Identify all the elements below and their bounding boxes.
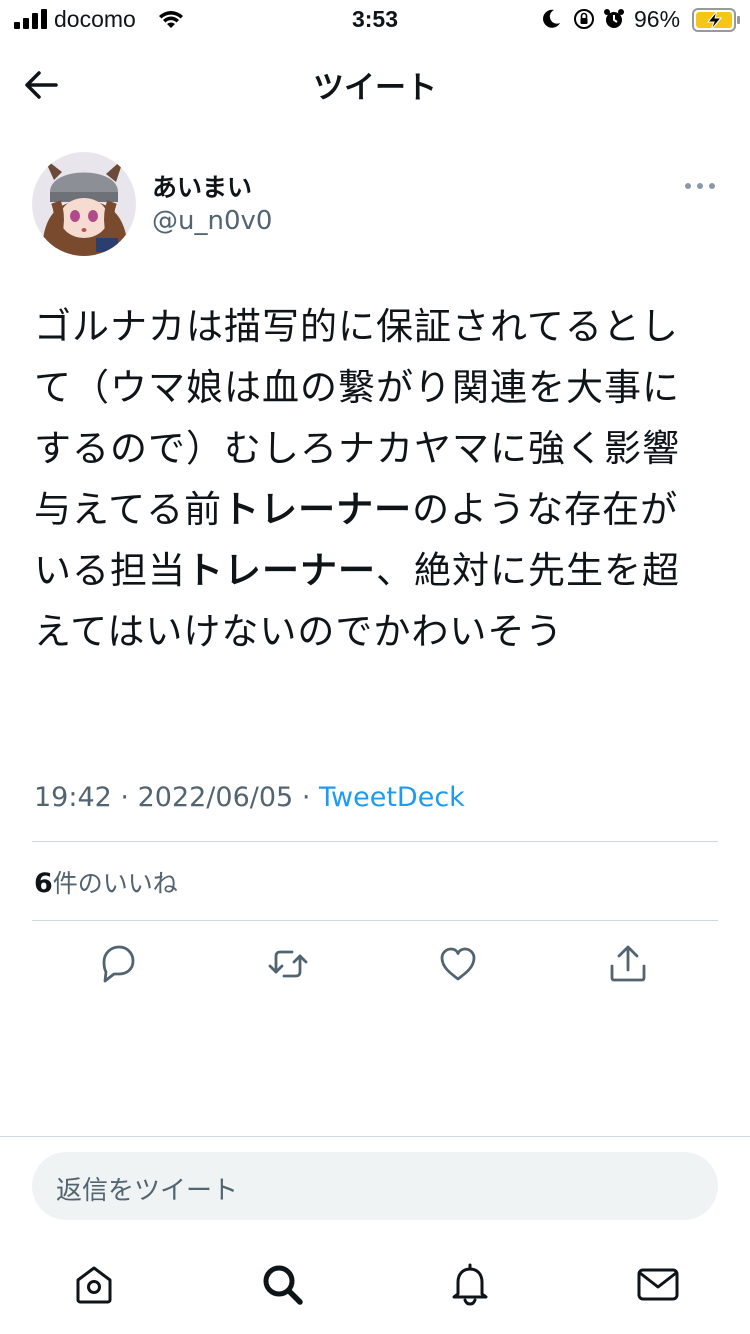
battery-percentage: 96% — [634, 6, 681, 32]
author-display-name[interactable]: あいまい — [152, 168, 252, 204]
status-bar: docomo 3:53 96% — [0, 0, 750, 42]
home-icon[interactable] — [70, 1260, 118, 1308]
author-handle[interactable]: @u_n0v0 — [152, 206, 272, 236]
tweet-date[interactable]: 2022/06/05 — [138, 782, 294, 813]
avatar[interactable] — [32, 152, 136, 256]
divider — [32, 920, 718, 921]
like-heart-icon[interactable] — [436, 942, 480, 986]
reply-bar-divider — [0, 1136, 750, 1137]
share-icon[interactable] — [606, 942, 650, 986]
retweet-icon[interactable] — [266, 942, 310, 986]
do-not-disturb-moon-icon — [543, 9, 560, 28]
meta-separator: · — [120, 782, 129, 813]
likes-number: 6 — [34, 868, 53, 899]
divider — [32, 841, 718, 842]
tweet-timestamp: 19:42 · 2022/06/05 · TweetDeck — [34, 782, 465, 813]
notifications-bell-icon[interactable] — [446, 1260, 494, 1308]
alarm-icon — [604, 9, 624, 28]
meta-separator: · — [301, 782, 311, 813]
reply-placeholder: 返信をツイート — [56, 1176, 239, 1206]
tweet-text-highlight: トレーナー — [186, 549, 376, 592]
messages-envelope-icon[interactable] — [634, 1260, 682, 1308]
tweet-time[interactable]: 19:42 — [34, 782, 112, 813]
battery-charging-icon — [692, 8, 740, 32]
tweet-source-link[interactable]: TweetDeck — [319, 782, 465, 813]
search-icon[interactable] — [258, 1260, 306, 1308]
tweet-text: ゴルナカは描写的に保証されてるとして（ウマ娘は血の繋がり関連を大事にするので）む… — [34, 296, 706, 662]
likes-label: 件のいいね — [52, 869, 178, 898]
page-title: ツイート — [313, 70, 437, 106]
tweet-text-highlight: トレーナー — [222, 488, 413, 531]
orientation-lock-icon — [574, 9, 594, 29]
more-options-icon[interactable] — [680, 174, 720, 198]
likes-count-link[interactable]: 6件のいいね — [34, 864, 178, 900]
reply-icon[interactable] — [96, 942, 140, 986]
avatar-illustration — [32, 152, 136, 256]
